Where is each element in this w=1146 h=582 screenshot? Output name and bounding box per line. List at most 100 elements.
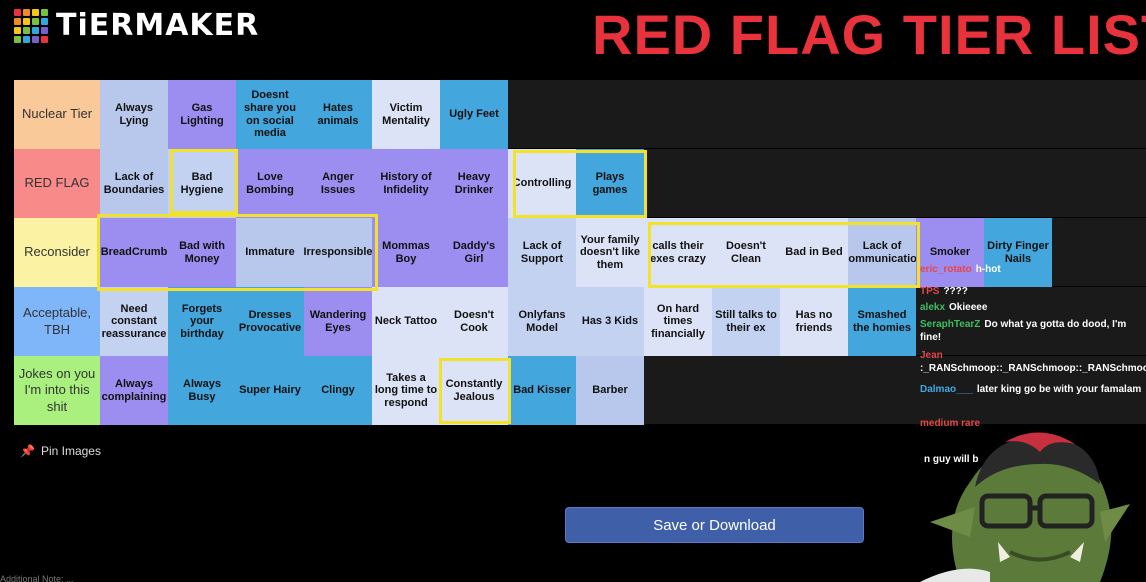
chat-message: Jean:_RANSchmoop::_RANSchmoop::_RANSchmo… <box>920 350 1146 375</box>
save-download-button[interactable]: Save or Download <box>565 507 864 543</box>
logo-square <box>32 8 39 16</box>
tier-item[interactable]: Love Bombing <box>236 149 304 218</box>
logo-square <box>23 17 30 25</box>
logo-square <box>23 26 30 34</box>
logo-square <box>23 35 30 43</box>
tier-item[interactable]: Dirty Finger Nails <box>984 218 1052 287</box>
tier-item[interactable]: calls their exes crazy <box>644 218 712 287</box>
tier-item[interactable]: Bad with Money <box>168 218 236 287</box>
tier-item[interactable]: Plays games <box>576 149 644 218</box>
logo-square <box>32 35 39 43</box>
page-title: RED FLAG TIER LIST <box>592 3 1146 66</box>
logo-square <box>41 17 48 25</box>
logo-square <box>32 26 39 34</box>
tier-item[interactable]: Takes a long time to respond <box>372 356 440 425</box>
chat-message: SeraphTearZ Do what ya gotta do dood, I'm… <box>920 319 1146 344</box>
logo-square <box>14 26 21 34</box>
logo-square <box>23 8 30 16</box>
tier-item[interactable]: Smoker <box>916 218 984 287</box>
tier-item[interactable]: Controlling <box>508 149 576 218</box>
chat-text: :_RANSchmoop::_RANSchmoop::_RANSchmoop: <box>920 362 1146 374</box>
tier-item[interactable]: Bad Hygiene <box>168 149 236 218</box>
tier-item[interactable]: Bad in Bed <box>780 218 848 287</box>
pin-images-label: Pin Images <box>40 444 101 458</box>
chat-message: eric_rotato h-hot <box>920 264 1146 277</box>
logo-square <box>41 26 48 34</box>
tier-label[interactable]: Acceptable, TBH <box>14 287 100 356</box>
tier-item[interactable]: Need constant reassurance <box>100 287 168 356</box>
logo-square <box>14 35 21 43</box>
tier-item[interactable]: Ugly Feet <box>440 80 508 149</box>
tier-item[interactable]: Mommas Boy <box>372 218 440 287</box>
chat-username[interactable]: Dalmao___ <box>920 384 973 397</box>
tier-item[interactable]: Clingy <box>304 356 372 425</box>
tier-label[interactable]: RED FLAG <box>14 149 100 218</box>
tier-item[interactable]: Neck Tattoo <box>372 287 440 356</box>
tier-item[interactable]: Always Lying <box>100 80 168 149</box>
tier-item[interactable]: On hard times financially <box>644 287 712 356</box>
tier-item[interactable]: Lack of Boundaries <box>100 149 168 218</box>
tier-item[interactable]: Daddy's Girl <box>440 218 508 287</box>
tier-item[interactable]: Has 3 Kids <box>576 287 644 356</box>
tier-item[interactable]: BreadCrumb <box>100 218 168 287</box>
logo-square <box>32 17 39 25</box>
chat-username[interactable]: SeraphTearZ <box>920 319 980 332</box>
tier-row: RED FLAG Lack of Boundaries Bad Hygiene Lov… <box>14 149 1146 218</box>
chat-message: alekx Okieeee <box>920 302 1146 315</box>
chat-username[interactable]: TPS <box>920 286 939 299</box>
tier-item[interactable]: Dresses Provocative <box>236 287 304 356</box>
chat-message: TPS???? <box>920 286 1146 299</box>
tier-item[interactable]: Onlyfans Model <box>508 287 576 356</box>
tier-item[interactable]: Super Hairy <box>236 356 304 425</box>
logo-square <box>14 17 21 25</box>
tier-items: Lack of Boundaries Bad Hygiene Love Bombin… <box>100 149 1146 218</box>
logo-square <box>14 8 21 16</box>
tier-item[interactable]: Lack of Communication <box>848 218 916 287</box>
tier-item[interactable]: Barber <box>576 356 644 425</box>
tier-item[interactable]: Forgets your birthday <box>168 287 236 356</box>
tier-row: Nuclear Tier Always Lying Gas Lighting Does… <box>14 80 1146 149</box>
tier-item[interactable]: Anger Issues <box>304 149 372 218</box>
tier-item[interactable]: Immature <box>236 218 304 287</box>
streamer-avatar <box>920 432 1130 582</box>
tier-item[interactable]: Doesn't Cook <box>440 287 508 356</box>
chat-username[interactable]: eric_rotato <box>920 264 972 277</box>
logo-square <box>41 8 48 16</box>
tier-item[interactable]: Lack of Support <box>508 218 576 287</box>
tier-label[interactable]: Reconsider <box>14 218 100 287</box>
tier-item[interactable]: Bad Kisser <box>508 356 576 425</box>
tier-item[interactable]: Always complaining <box>100 356 168 425</box>
chat-text: h-hot <box>975 264 1001 275</box>
chat-text: ???? <box>943 286 968 297</box>
tiermaker-logo[interactable]: TiERMAKER <box>14 8 259 43</box>
chat-username[interactable]: alekx <box>920 302 945 315</box>
chat-message: Dalmao___ later king go be with your fama… <box>920 384 1146 397</box>
tier-item[interactable]: Always Busy <box>168 356 236 425</box>
tier-items: Always Lying Gas Lighting Doesnt share you… <box>100 80 1146 149</box>
tier-item[interactable]: Victim Mentality <box>372 80 440 149</box>
tier-label[interactable]: Jokes on you I'm into this shit <box>14 356 100 425</box>
chat-username[interactable]: Jean <box>920 350 943 363</box>
tier-item[interactable]: Heavy Drinker <box>440 149 508 218</box>
tier-item[interactable]: Smashed the homies <box>848 287 916 356</box>
tier-item[interactable]: Doesn't Clean <box>712 218 780 287</box>
chat-text: Okieeee <box>949 302 988 313</box>
tier-item[interactable]: Your family doesn't like them <box>576 218 644 287</box>
tier-item[interactable]: History of Infidelity <box>372 149 440 218</box>
tier-item[interactable]: Wandering Eyes <box>304 287 372 356</box>
tier-item[interactable]: Has no friends <box>780 287 848 356</box>
tier-row: Reconsider BreadCrumb Bad with Money Immatu… <box>14 218 1146 287</box>
tier-item[interactable]: Hates animals <box>304 80 372 149</box>
tier-item[interactable]: Constantly Jealous <box>440 356 508 425</box>
tier-item[interactable]: Irresponsible <box>304 218 372 287</box>
tier-item[interactable]: Gas Lighting <box>168 80 236 149</box>
tier-item[interactable]: Still talks to their ex <box>712 287 780 356</box>
chat-text: later king go be with your famalam <box>976 384 1142 395</box>
logo-grid-icon <box>14 8 48 43</box>
pin-images-toggle[interactable]: 📌 Pin Images <box>20 444 101 458</box>
tier-label[interactable]: Nuclear Tier <box>14 80 100 149</box>
pin-icon: 📌 <box>20 444 35 458</box>
tier-items: BreadCrumb Bad with Money Immature Irrespon… <box>100 218 1146 287</box>
logo-text: TiERMAKER <box>56 8 260 43</box>
tier-item[interactable]: Doesnt share you on social media <box>236 80 304 149</box>
